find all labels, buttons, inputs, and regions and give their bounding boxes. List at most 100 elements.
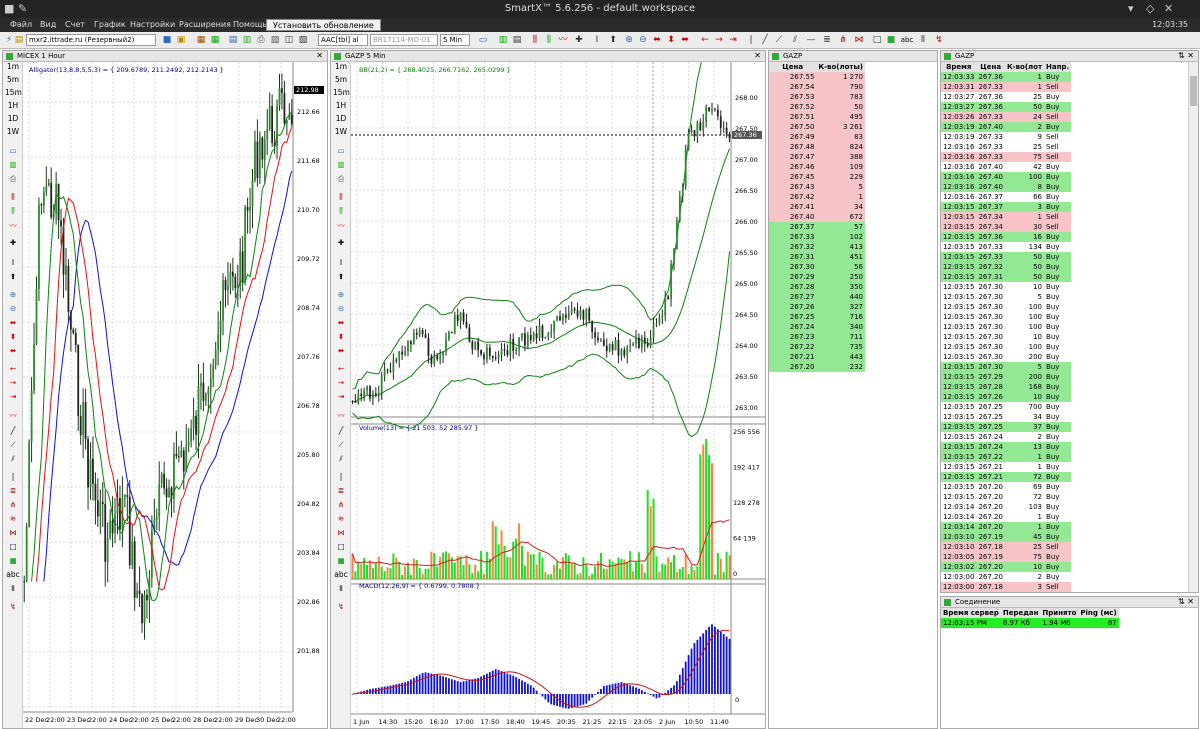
ray-icon[interactable]: ⟋ [333,440,349,450]
gazp-price-chart[interactable]: 268.00267.50267.00266.50266.00265.50265.… [351,62,765,728]
book-row[interactable]: 267.20 232 [769,362,865,372]
book-row[interactable]: 267.52 50 [769,102,865,112]
trade-row[interactable]: 12:03:15 267.24 13 Buy [941,442,1072,452]
close-panel-icon[interactable]: ✕ [316,51,323,60]
print-icon[interactable]: ⎙ [5,174,21,184]
print-icon[interactable]: ⎙ [333,174,349,184]
trade-row[interactable]: 12:03:15 267.22 1 Buy [941,452,1072,462]
col-time[interactable]: Время [941,62,976,72]
screenshot-icon[interactable]: ◫ [284,35,294,45]
trade-row[interactable]: 12:03:15 267.25 34 Buy [941,412,1071,422]
vertical-line-icon[interactable]: | [333,472,349,481]
trade-row[interactable]: 12:03:16 267.40 42 Buy [941,162,1071,172]
timeframe-1h[interactable]: 1H [333,101,349,110]
timeframe-5m[interactable]: 5m [333,75,349,84]
grid-icon[interactable]: ▦ [210,35,220,45]
interval-select[interactable]: 5 Min [440,34,470,46]
trade-row[interactable]: 12:03:15 267.30 100 Buy [941,312,1071,322]
indicator-icon[interactable]: ▥ [498,35,508,45]
fan-icon[interactable]: ⋔ [838,35,848,45]
scrollbar-thumb[interactable] [1190,76,1197,106]
scroll-right-icon[interactable]: → [5,378,21,387]
trade-row[interactable]: 12:03:27 267.36 25 Buy [941,92,1071,102]
trade-row[interactable]: 12:03:15 267.30 5 Buy [941,362,1072,372]
cursor-icon[interactable]: I [592,35,602,45]
trade-row[interactable]: 12:03:14 267.20 103 Buy [941,502,1071,512]
trade-row[interactable]: 12:03:02 267.20 10 Buy [941,562,1072,572]
menu-account[interactable]: Счет [65,20,85,29]
book-row[interactable]: 267.40 672 [769,212,865,222]
trade-row[interactable]: 12:03:15 267.30 100 Buy [941,302,1071,312]
trade-row[interactable]: 12:03:10 267.19 45 Buy [941,532,1072,542]
cycles-icon[interactable]: ⦀ [918,35,928,45]
fit-icon[interactable]: ⬌ [652,35,662,45]
crosshair-icon[interactable]: ✚ [574,35,584,45]
table-icon[interactable]: ▤ [228,35,238,45]
template-icon[interactable]: ▤ [512,35,522,45]
trade-row[interactable]: 12:03:31 267.33 1 Sell [941,82,1072,92]
wave-icon[interactable]: 〰 [5,410,21,421]
fit-icon[interactable]: ⬌ [333,318,349,327]
trade-row[interactable]: 12:03:16 267.40 100 Buy [941,172,1072,182]
gann-icon[interactable]: ⋈ [333,528,349,537]
book-row[interactable]: 267.37 57 [769,222,865,232]
book-row[interactable]: 267.50 3 261 [769,122,865,132]
fan-icon[interactable]: ⋔ [5,500,21,509]
ellipse-icon[interactable]: ■ [333,556,349,565]
trade-row[interactable]: 12:03:15 267.29 200 Buy [941,372,1072,382]
trade-row[interactable]: 12:03:15 267.30 100 Buy [941,342,1071,352]
timeframe-1d[interactable]: 1D [333,114,349,123]
book-row[interactable]: 267.24 340 [769,322,865,332]
channel-icon[interactable]: ⫽ [5,454,21,464]
shrink-icon[interactable]: ⬌ [333,346,349,355]
timeframe-1m[interactable]: 1m [333,62,349,71]
trade-row[interactable]: 12:03:15 267.34 30 Sell [941,222,1072,232]
zoom-out-icon[interactable]: ⊖ [333,304,349,313]
scroll-end-icon[interactable]: ⇥ [5,392,21,401]
fibo-icon[interactable]: ≣ [333,486,349,495]
account-select[interactable]: mxr2.ittrade.ru (Резервный2) [26,34,156,46]
chart-window-icon[interactable]: ▥ [242,35,252,45]
pointer-icon[interactable]: ⬆ [608,35,618,45]
menu-settings[interactable]: Настройки [130,20,175,29]
hline-icon[interactable]: — [806,35,816,45]
zoom-in-icon[interactable]: ⊕ [333,290,349,299]
chart-type-icon[interactable]: ▭ [478,35,488,45]
channel-icon[interactable]: ⫽ [333,454,349,464]
close-panel-icon[interactable]: ⇅ ✕ [1178,51,1194,60]
save-icon[interactable]: ■ [162,35,172,45]
gann-icon[interactable]: ⋈ [5,528,21,537]
cursor-icon[interactable]: I [333,258,349,267]
pointer-icon[interactable]: ⬆ [333,272,349,281]
book-row[interactable]: 267.47 388 [769,152,865,162]
trade-row[interactable]: 12:03:15 267.25 37 Buy [941,422,1072,432]
book-row[interactable]: 267.30 56 [769,262,865,272]
expand-icon[interactable]: ⬍ [666,35,676,45]
symbol-select[interactable]: AAC[tbl] al [318,34,368,46]
trade-row[interactable]: 12:03:05 267.19 75 Buy [941,552,1072,562]
timeframe-1d[interactable]: 1D [5,114,21,123]
install-update-button[interactable]: Установить обновление [266,19,381,31]
connect-icon[interactable]: ⚡ [4,35,14,45]
book-row[interactable]: 267.51 495 [769,112,865,122]
col-direction[interactable]: Напр. [1044,62,1071,72]
book-row[interactable]: 267.21 443 [769,352,865,362]
trade-row[interactable]: 12:03:15 267.30 10 Buy [941,332,1071,342]
book-row[interactable]: 267.49 83 [769,132,865,142]
zoom-out-icon[interactable]: ⊖ [5,304,21,313]
trade-row[interactable]: 12:03:15 267.28 168 Buy [941,382,1072,392]
expand-icon[interactable]: ⬍ [5,332,21,341]
minimize-icon[interactable]: ▾ [1128,2,1134,15]
trade-row[interactable]: 12:03:33 267.36 1 Buy [941,72,1072,82]
scroll-left-icon[interactable]: ← [5,364,21,373]
bars-icon[interactable]: ⫼ [333,192,349,202]
zoom-in-icon[interactable]: ⊕ [624,35,634,45]
trade-row[interactable]: 12:03:14 267.20 1 Buy [941,512,1071,522]
trend-line-icon[interactable]: ╱ [760,35,770,45]
book-row[interactable]: 267.54 790 [769,82,865,92]
scroll-end-icon[interactable]: ⇥ [333,392,349,401]
trade-row[interactable]: 12:03:15 267.26 10 Buy [941,392,1072,402]
book-row[interactable]: 267.33 102 [769,232,865,242]
candles-icon[interactable]: ⫼ [333,206,349,216]
col-price[interactable]: Цена [769,62,816,72]
